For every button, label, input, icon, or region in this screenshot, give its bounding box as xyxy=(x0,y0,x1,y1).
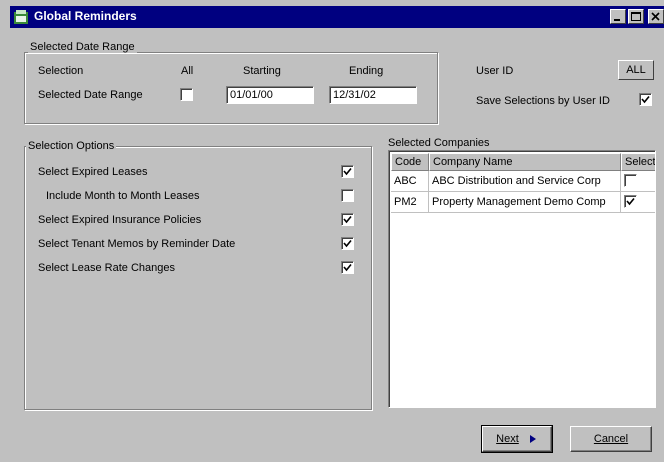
next-button-label: Next xyxy=(496,433,519,445)
cancel-button-label: Cancel xyxy=(593,433,629,445)
save-selections-checkbox[interactable] xyxy=(639,93,652,106)
column-header-select[interactable]: Select xyxy=(621,153,655,171)
close-button[interactable] xyxy=(648,9,664,24)
save-selections-label: Save Selections by User ID xyxy=(476,95,610,107)
selected-date-range-label: Selected Date Range xyxy=(38,89,143,101)
date-range-group-label: Selected Date Range xyxy=(28,41,137,53)
starting-label: Starting xyxy=(243,65,281,77)
option-expired-leases-checkbox[interactable] xyxy=(341,165,354,178)
option-insurance-policies-label: Select Expired Insurance Policies xyxy=(38,214,202,226)
minimize-button[interactable] xyxy=(610,9,626,24)
user-id-field[interactable]: ALL xyxy=(618,60,654,80)
starting-date-field[interactable]: 01/01/00 xyxy=(226,86,314,104)
selection-options-group xyxy=(24,146,372,410)
all-checkbox[interactable] xyxy=(180,88,193,101)
maximize-button[interactable] xyxy=(628,9,644,24)
selection-options-label: Selection Options xyxy=(26,140,117,152)
user-id-label: User ID xyxy=(476,65,514,77)
option-insurance-policies-checkbox[interactable] xyxy=(341,213,354,226)
table-row-code[interactable]: ABC xyxy=(391,171,429,192)
selected-companies-label: Selected Companies xyxy=(388,137,490,149)
next-button[interactable]: Next xyxy=(481,425,553,453)
all-label: All xyxy=(181,65,194,77)
option-month-to-month-checkbox[interactable] xyxy=(341,189,354,202)
table-row-code[interactable]: PM2 xyxy=(391,192,429,213)
arrow-right-icon xyxy=(529,435,536,444)
option-month-to-month-label: Include Month to Month Leases xyxy=(46,190,200,202)
ending-label: Ending xyxy=(349,65,384,77)
company-select-checkbox[interactable] xyxy=(624,174,637,187)
option-lease-rate-label: Select Lease Rate Changes xyxy=(38,262,175,274)
option-expired-leases-label: Select Expired Leases xyxy=(38,166,148,178)
selection-label: Selection xyxy=(38,65,84,77)
option-tenant-memos-checkbox[interactable] xyxy=(341,237,354,250)
title-bar[interactable]: Global Reminders xyxy=(10,6,664,28)
table-row-select[interactable] xyxy=(621,192,655,213)
ending-date-field[interactable]: 12/31/02 xyxy=(329,86,417,104)
table-row-name[interactable]: Property Management Demo Comp xyxy=(429,192,621,213)
app-icon xyxy=(13,9,29,25)
column-header-code[interactable]: Code xyxy=(391,153,429,171)
window-title: Global Reminders xyxy=(34,9,137,23)
option-lease-rate-checkbox[interactable] xyxy=(341,261,354,274)
cancel-button[interactable]: Cancel xyxy=(570,426,652,452)
companies-grid[interactable]: Code Company Name Select ABC ABC Distrib… xyxy=(388,150,656,408)
column-header-company-name[interactable]: Company Name xyxy=(429,153,621,171)
option-tenant-memos-label: Select Tenant Memos by Reminder Date xyxy=(38,238,236,250)
company-select-checkbox[interactable] xyxy=(624,195,637,208)
table-row-name[interactable]: ABC Distribution and Service Corp xyxy=(429,171,621,192)
global-reminders-window: Global Reminders Selected Date Range Sel… xyxy=(0,0,664,462)
table-row-select[interactable] xyxy=(621,171,655,192)
